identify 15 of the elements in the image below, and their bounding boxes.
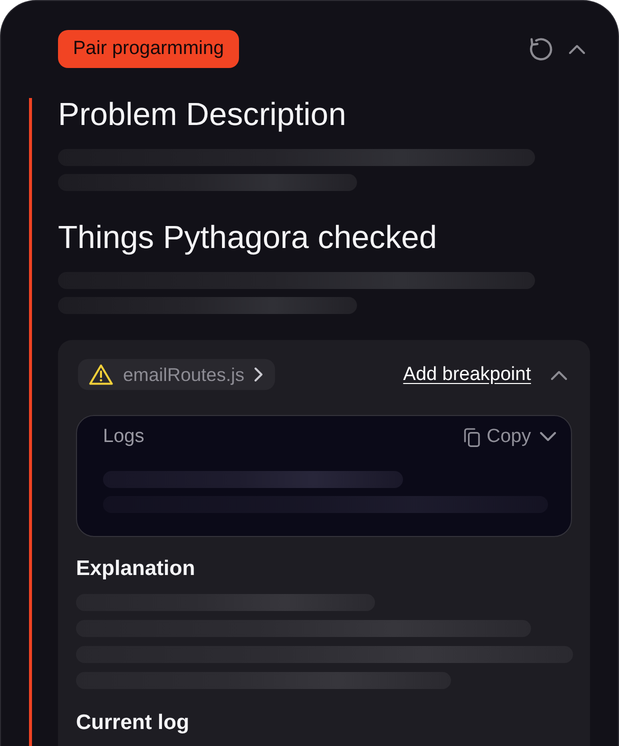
- copy-icon: [464, 428, 480, 446]
- file-chip[interactable]: emailRoutes.js: [78, 359, 276, 390]
- subsection-heading: Current log: [76, 711, 190, 735]
- logs-title: Logs: [103, 426, 144, 448]
- mode-badge: Pair progarmming: [58, 30, 239, 68]
- chevron-right-icon: [254, 367, 264, 382]
- subsection-heading: Explanation: [76, 557, 196, 581]
- section-heading: Problem Description: [58, 98, 346, 130]
- chevron-up-icon[interactable]: [551, 370, 567, 380]
- refresh-icon[interactable]: [527, 36, 553, 62]
- chevron-down-icon[interactable]: [540, 432, 556, 442]
- chevron-up-icon[interactable]: [569, 44, 585, 54]
- section-heading: Things Pythagora checked: [58, 221, 437, 253]
- copy-button[interactable]: Copy: [454, 426, 531, 448]
- add-breakpoint-link[interactable]: Add breakpoint: [403, 364, 531, 386]
